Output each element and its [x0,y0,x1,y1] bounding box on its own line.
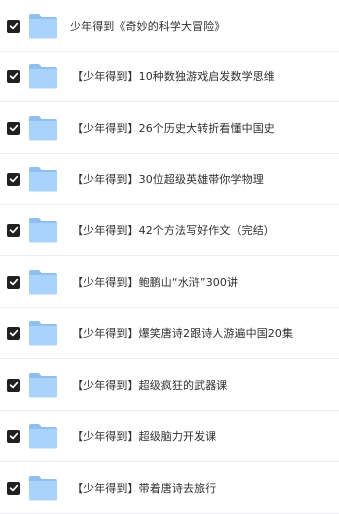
folder-icon [28,217,58,243]
file-name[interactable]: 少年得到《奇妙的科学大冒险》 [70,18,225,34]
file-list: 少年得到《奇妙的科学大冒险》 【少年得到】10种数独游戏启发数学思维 【少年得到… [0,0,339,514]
folder-icon [28,115,58,141]
folder-icon [28,13,58,39]
checkbox-checked-icon[interactable] [7,378,20,392]
file-name[interactable]: 【少年得到】超级疯狂的武器课 [72,377,227,393]
folder-icon [28,320,58,346]
file-name[interactable]: 【少年得到】30位超级英雄带你学物理 [72,171,264,187]
file-row[interactable]: 【少年得到】30位超级英雄带你学物理 [0,153,339,205]
folder-icon [28,63,58,89]
checkbox-checked-icon[interactable] [7,19,20,33]
checkbox-checked-icon[interactable] [7,121,20,135]
file-row[interactable]: 【少年得到】超级疯狂的武器课 [0,359,339,411]
file-name[interactable]: 【少年得到】爆笑唐诗2跟诗人游遍中国20集 [72,325,293,341]
file-row[interactable]: 【少年得到】10种数独游戏启发数学思维 [0,50,339,102]
folder-icon [28,269,58,295]
folder-icon [28,372,58,398]
file-name[interactable]: 【少年得到】42个方法写好作文（完结） [72,222,275,238]
folder-icon [28,475,58,501]
folder-icon [28,166,58,192]
file-name[interactable]: 【少年得到】10种数独游戏启发数学思维 [72,68,275,84]
checkbox-checked-icon[interactable] [7,275,20,289]
checkbox-checked-icon[interactable] [7,69,20,83]
file-name[interactable]: 【少年得到】带着唐诗去旅行 [72,480,216,496]
file-row[interactable]: 【少年得到】超级脑力开发课 [0,410,339,462]
file-name[interactable]: 【少年得到】鲍鹏山“水浒”300讲 [72,274,238,290]
folder-icon [28,423,58,449]
file-row[interactable]: 少年得到《奇妙的科学大冒险》 [0,0,339,52]
file-name[interactable]: 【少年得到】超级脑力开发课 [72,428,216,444]
file-row[interactable]: 【少年得到】42个方法写好作文（完结） [0,204,339,256]
checkbox-checked-icon[interactable] [7,223,20,237]
checkbox-checked-icon[interactable] [7,481,20,495]
checkbox-checked-icon[interactable] [7,429,20,443]
checkbox-checked-icon[interactable] [7,326,20,340]
file-row[interactable]: 【少年得到】鲍鹏山“水浒”300讲 [0,256,339,308]
file-row[interactable]: 【少年得到】爆笑唐诗2跟诗人游遍中国20集 [0,307,339,359]
file-row[interactable]: 【少年得到】带着唐诗去旅行 [0,462,339,514]
file-row[interactable]: 【少年得到】26个历史大转折看懂中国史 [0,102,339,154]
checkbox-checked-icon[interactable] [7,172,20,186]
file-name[interactable]: 【少年得到】26个历史大转折看懂中国史 [72,120,275,136]
